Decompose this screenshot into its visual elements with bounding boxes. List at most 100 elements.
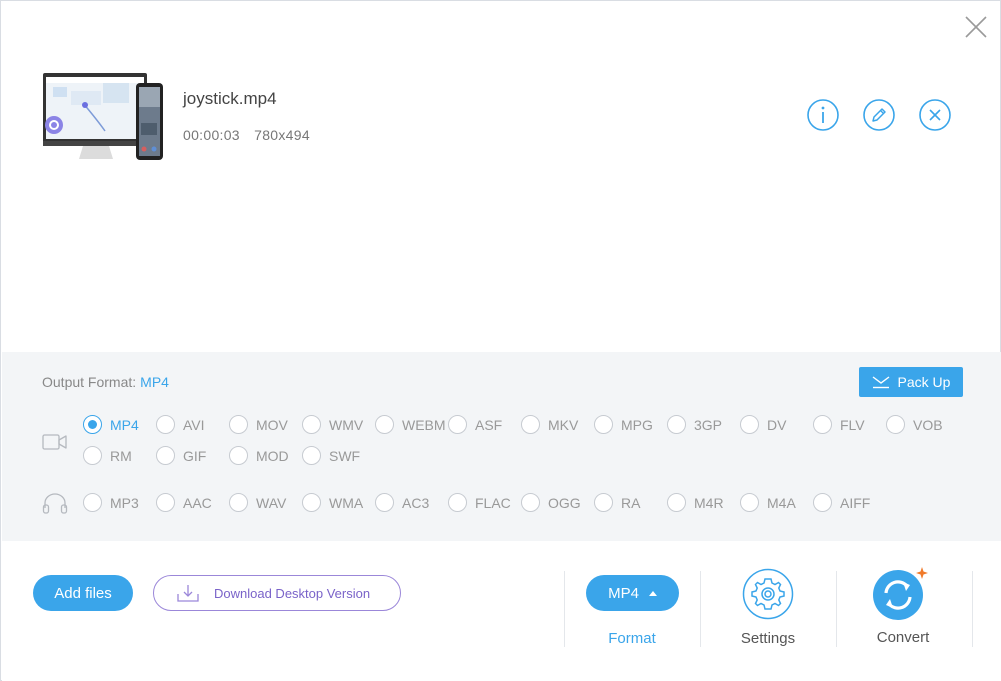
format-option-ra[interactable]: RA bbox=[594, 493, 640, 512]
pack-up-icon bbox=[872, 376, 889, 389]
settings-label: Settings bbox=[740, 630, 796, 647]
radio-button[interactable] bbox=[229, 415, 248, 434]
file-row: joystick.mp4 00:00:03 780x494 bbox=[43, 71, 963, 163]
format-option-wav[interactable]: WAV bbox=[229, 493, 286, 512]
radio-button[interactable] bbox=[229, 446, 248, 465]
file-meta: 00:00:03 780x494 bbox=[183, 127, 310, 143]
format-option-label: GIF bbox=[183, 447, 207, 464]
format-option-label: M4A bbox=[767, 494, 796, 511]
format-option-wmv[interactable]: WMV bbox=[302, 415, 363, 434]
edit-icon[interactable] bbox=[863, 99, 895, 131]
radio-button[interactable] bbox=[156, 493, 175, 512]
download-desktop-button[interactable]: Download Desktop Version bbox=[153, 575, 401, 611]
format-option-label: MKV bbox=[548, 416, 579, 433]
format-label: Format bbox=[608, 630, 656, 647]
format-option-label: RM bbox=[110, 447, 132, 464]
radio-button[interactable] bbox=[156, 415, 175, 434]
radio-button[interactable] bbox=[83, 446, 102, 465]
radio-button[interactable] bbox=[448, 415, 467, 434]
format-option-label: WMA bbox=[329, 494, 364, 511]
add-files-button[interactable]: Add files bbox=[33, 575, 133, 611]
radio-button[interactable] bbox=[886, 415, 905, 434]
format-option-ogg[interactable]: OGG bbox=[521, 493, 581, 512]
radio-button[interactable] bbox=[156, 446, 175, 465]
output-format-value: MP4 bbox=[140, 374, 169, 390]
format-option-flac[interactable]: FLAC bbox=[448, 493, 511, 512]
radio-button[interactable] bbox=[594, 415, 613, 434]
radio-button[interactable] bbox=[302, 415, 321, 434]
format-option-label: AC3 bbox=[402, 494, 430, 511]
radio-button[interactable] bbox=[302, 493, 321, 512]
format-option-avi[interactable]: AVI bbox=[156, 415, 205, 434]
format-option-label: WAV bbox=[256, 494, 287, 511]
format-option-label: OGG bbox=[548, 494, 581, 511]
format-option-m4a[interactable]: M4A bbox=[740, 493, 796, 512]
format-option-label: AVI bbox=[183, 416, 205, 433]
format-option-mp4[interactable]: MP4 bbox=[83, 415, 139, 434]
format-option-m4r[interactable]: M4R bbox=[667, 493, 724, 512]
radio-button[interactable] bbox=[83, 493, 102, 512]
format-option-flv[interactable]: FLV bbox=[813, 415, 865, 434]
format-option-rm[interactable]: RM bbox=[83, 446, 132, 465]
format-option-label: WEBM bbox=[402, 416, 446, 433]
format-option-label: 3GP bbox=[694, 416, 723, 433]
format-option-label: MOD bbox=[256, 447, 289, 464]
format-option-label: DV bbox=[767, 416, 787, 433]
pack-up-button[interactable]: Pack Up bbox=[859, 367, 963, 397]
format-option-label: MOV bbox=[256, 416, 288, 433]
radio-button[interactable] bbox=[448, 493, 467, 512]
info-icon[interactable] bbox=[807, 99, 839, 131]
format-select-button[interactable]: MP4 bbox=[586, 575, 679, 611]
format-option-mod[interactable]: MOD bbox=[229, 446, 289, 465]
radio-button[interactable] bbox=[813, 493, 832, 512]
format-option-wma[interactable]: WMA bbox=[302, 493, 363, 512]
radio-button[interactable] bbox=[375, 415, 394, 434]
settings-icon[interactable] bbox=[742, 568, 794, 620]
format-option-label: VOB bbox=[913, 416, 943, 433]
convert-icon[interactable] bbox=[872, 567, 928, 621]
radio-button[interactable] bbox=[375, 493, 394, 512]
file-actions bbox=[807, 99, 951, 131]
output-format-text: Output Format: bbox=[42, 374, 137, 390]
footer-toolbar: Add files Download Desktop Version MP4 F… bbox=[2, 541, 1001, 681]
radio-button[interactable] bbox=[813, 415, 832, 434]
separator bbox=[700, 571, 701, 647]
format-option-mov[interactable]: MOV bbox=[229, 415, 288, 434]
file-duration: 00:00:03 bbox=[183, 127, 240, 143]
caret-up-icon bbox=[648, 590, 657, 596]
radio-button[interactable] bbox=[667, 415, 686, 434]
format-option-mp3[interactable]: MP3 bbox=[83, 493, 139, 512]
format-option-dv[interactable]: DV bbox=[740, 415, 786, 434]
format-option-3gp[interactable]: 3GP bbox=[667, 415, 722, 434]
radio-button[interactable] bbox=[521, 415, 540, 434]
format-option-aiff[interactable]: AIFF bbox=[813, 493, 870, 512]
format-option-asf[interactable]: ASF bbox=[448, 415, 502, 434]
radio-button[interactable] bbox=[594, 493, 613, 512]
close-icon[interactable] bbox=[963, 14, 989, 40]
radio-button[interactable] bbox=[740, 493, 759, 512]
format-option-label: MP4 bbox=[110, 416, 139, 433]
format-option-label: M4R bbox=[694, 494, 724, 511]
radio-button[interactable] bbox=[740, 415, 759, 434]
file-resolution: 780x494 bbox=[254, 127, 310, 143]
audio-icon bbox=[42, 493, 68, 514]
format-option-mpg[interactable]: MPG bbox=[594, 415, 653, 434]
remove-icon[interactable] bbox=[919, 99, 951, 131]
converter-dialog: joystick.mp4 00:00:03 780x494 Output For… bbox=[0, 0, 1001, 681]
radio-button[interactable] bbox=[83, 415, 102, 434]
radio-button[interactable] bbox=[521, 493, 540, 512]
format-option-webm[interactable]: WEBM bbox=[375, 415, 446, 434]
radio-button[interactable] bbox=[302, 446, 321, 465]
download-icon bbox=[177, 585, 199, 602]
format-option-label: FLV bbox=[840, 416, 865, 433]
format-option-mkv[interactable]: MKV bbox=[521, 415, 578, 434]
format-option-label: AAC bbox=[183, 494, 212, 511]
format-option-vob[interactable]: VOB bbox=[886, 415, 943, 434]
format-option-gif[interactable]: GIF bbox=[156, 446, 206, 465]
format-option-swf[interactable]: SWF bbox=[302, 446, 360, 465]
format-option-ac3[interactable]: AC3 bbox=[375, 493, 429, 512]
separator bbox=[972, 571, 973, 647]
format-option-aac[interactable]: AAC bbox=[156, 493, 212, 512]
radio-button[interactable] bbox=[229, 493, 248, 512]
radio-button[interactable] bbox=[667, 493, 686, 512]
